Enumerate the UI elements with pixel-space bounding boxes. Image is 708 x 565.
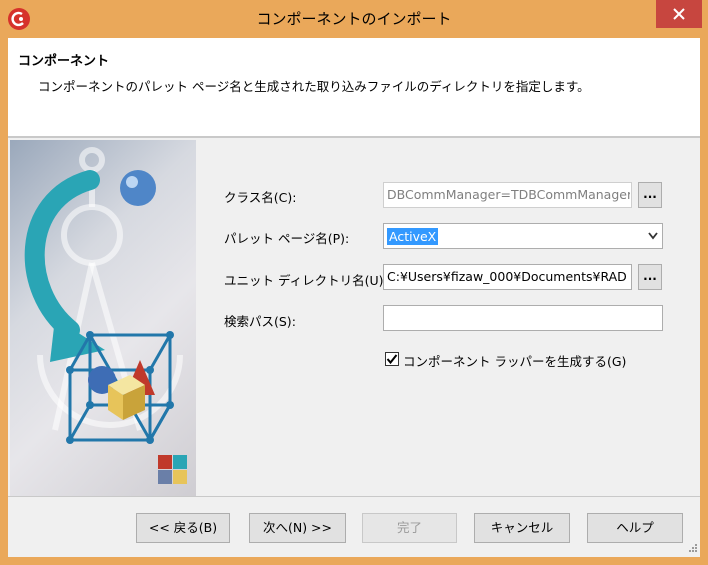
search-path-label: 検索パス(S):: [224, 314, 296, 329]
chevron-down-icon[interactable]: [648, 232, 658, 240]
unit-dir-browse-button[interactable]: ...: [638, 264, 662, 290]
close-button[interactable]: [656, 0, 702, 28]
resize-grip-icon[interactable]: [688, 543, 698, 553]
window-title: コンポーネントのインポート: [256, 10, 452, 28]
palette-page-value: ActiveX: [387, 228, 439, 245]
dialog-client-area: コンポーネント コンポーネントのパレット ページ名と生成された取り込みファイルの…: [8, 38, 700, 557]
unit-dir-value: C:¥Users¥fizaw_000¥Documents¥RAD: [387, 269, 627, 284]
next-button[interactable]: 次へ(N) >>: [249, 513, 346, 543]
page-description: コンポーネントのパレット ページ名と生成された取り込みファイルのディレクトリを指…: [38, 79, 590, 94]
back-button[interactable]: << 戻る(B): [136, 513, 230, 543]
checkmark-icon: [386, 354, 398, 365]
class-name-browse-button[interactable]: ...: [638, 182, 662, 208]
unit-dir-field[interactable]: C:¥Users¥fizaw_000¥Documents¥RAD: [383, 264, 632, 290]
class-name-value: DBCommManager=TDBCommManager: [387, 187, 630, 202]
wizard-header: コンポーネント コンポーネントのパレット ページ名と生成された取り込みファイルの…: [8, 38, 700, 136]
wizard-illustration: [10, 140, 196, 496]
wrapper-checkbox-label[interactable]: コンポーネント ラッパーを生成する(G): [403, 351, 626, 370]
cancel-button[interactable]: キャンセル: [474, 513, 570, 543]
help-button[interactable]: ヘルプ: [587, 513, 683, 543]
wrapper-checkbox[interactable]: [385, 352, 399, 366]
component-art-icon: [24, 147, 187, 484]
close-icon: [673, 8, 685, 20]
class-name-label: クラス名(C):: [224, 190, 297, 205]
finish-button[interactable]: 完了: [362, 513, 457, 543]
palette-page-label: パレット ページ名(P):: [224, 231, 350, 246]
footer-divider: [8, 496, 700, 497]
unit-dir-label: ユニット ディレクトリ名(U):: [224, 273, 388, 288]
class-name-field[interactable]: DBCommManager=TDBCommManager: [383, 182, 632, 208]
dialog-window: コンポーネントのインポート コンポーネント コンポーネントのパレット ページ名と…: [0, 0, 708, 565]
palette-page-combo[interactable]: ActiveX: [383, 223, 663, 249]
header-divider: [8, 136, 700, 138]
page-title: コンポーネント: [18, 54, 110, 69]
search-path-field[interactable]: [383, 305, 663, 331]
title-bar[interactable]: コンポーネントのインポート: [0, 0, 708, 38]
